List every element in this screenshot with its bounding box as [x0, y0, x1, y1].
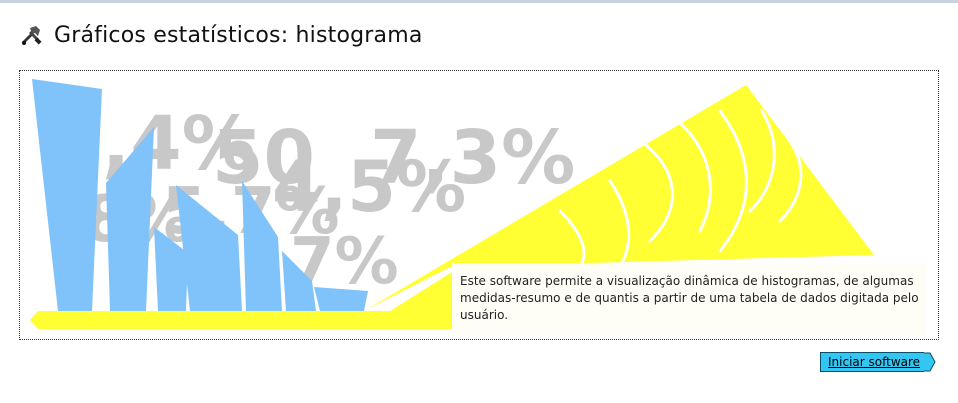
start-software-button[interactable]: Iniciar software	[820, 352, 936, 372]
histogram-bar	[314, 287, 368, 311]
histogram-bar	[32, 79, 102, 311]
page-title: Gráficos estatísticos: histograma	[54, 22, 423, 48]
software-description: Este software permite a visualização din…	[452, 263, 926, 336]
tools-icon	[18, 22, 44, 48]
page-header: Gráficos estatísticos: histograma	[18, 20, 423, 50]
top-border	[0, 0, 958, 3]
arrow-right-icon	[924, 352, 936, 372]
software-banner: ,4% 50 7,3% 8% 5,7% 4,5% 7%	[19, 70, 939, 340]
background-number: 4,5%	[272, 146, 466, 228]
start-software-label[interactable]: Iniciar software	[820, 352, 925, 372]
